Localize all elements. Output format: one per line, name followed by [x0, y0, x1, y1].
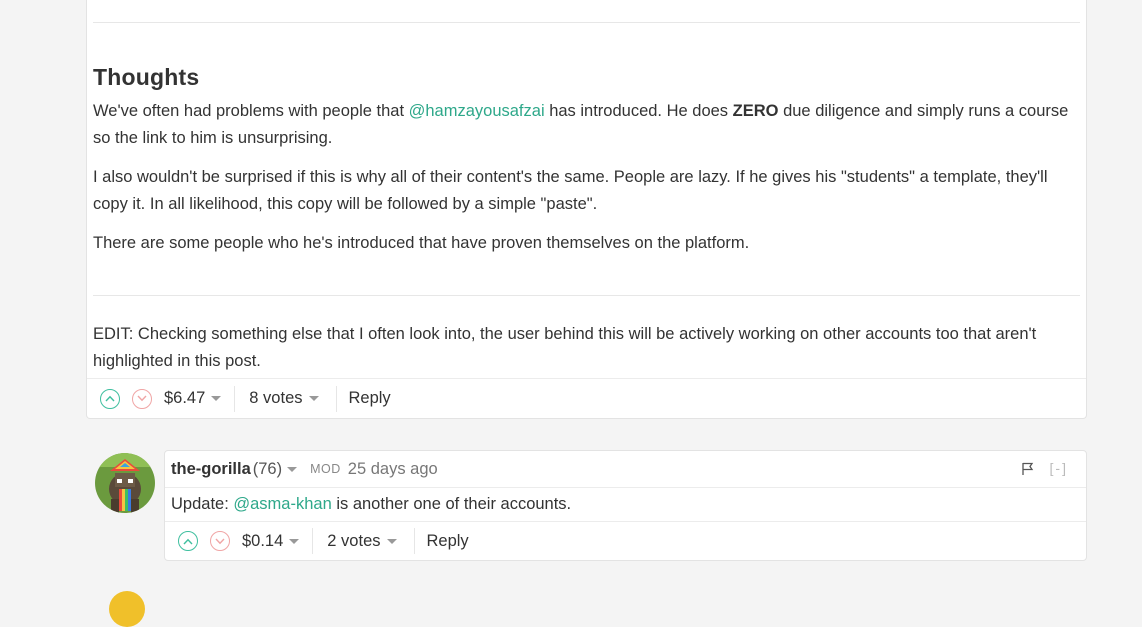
payout-value: $0.14 — [242, 531, 284, 550]
paragraph-2: I also wouldn't be surprised if this is … — [93, 168, 1048, 213]
votes-dropdown[interactable]: 8 votes — [249, 389, 319, 408]
comment-header: the-gorilla (76) MOD 25 days ago [-] — [165, 451, 1086, 488]
mention-link[interactable]: @hamzayousafzai — [409, 102, 545, 120]
votes-dropdown[interactable]: 2 votes — [327, 531, 397, 551]
post-footer: $6.47 8 votes Reply — [87, 378, 1086, 418]
payout-dropdown[interactable]: $6.47 — [164, 389, 222, 408]
post-card: Thoughts We've often had problems with p… — [86, 0, 1087, 419]
flag-button[interactable] — [1021, 462, 1034, 481]
reply-button[interactable]: Reply — [349, 389, 391, 408]
paragraph-3: There are some people who he's introduce… — [93, 234, 750, 252]
paragraph-text: We've often had problems with people tha… — [93, 102, 409, 120]
comment-body: Update: @asma-khan is another one of the… — [171, 492, 571, 516]
comment-author[interactable]: the-gorilla — [171, 460, 251, 479]
collapse-button[interactable]: [-] — [1050, 460, 1068, 476]
post-body: Thoughts We've often had problems with p… — [93, 64, 1083, 257]
payout-value: $6.47 — [164, 389, 206, 407]
avatar[interactable] — [95, 453, 155, 513]
gorilla-avatar-icon — [95, 453, 155, 513]
chevron-up-icon — [105, 395, 115, 402]
caret-down-icon — [308, 396, 319, 402]
edit-note: EDIT: Checking something else that I oft… — [93, 325, 1037, 370]
reply-button[interactable]: Reply — [427, 532, 469, 551]
divider — [93, 295, 1080, 296]
comment-footer: $0.14 2 votes Reply — [165, 521, 1086, 560]
downvote-button[interactable] — [210, 531, 230, 551]
upvote-button[interactable] — [178, 531, 198, 551]
comment-timestamp[interactable]: 25 days ago — [348, 460, 438, 479]
section-heading: Thoughts — [93, 64, 200, 90]
downvote-button[interactable] — [132, 388, 152, 409]
divider — [413, 528, 415, 554]
payout-dropdown[interactable]: $0.14 — [242, 531, 300, 551]
chevron-up-icon — [183, 538, 193, 544]
divider — [335, 385, 337, 412]
votes-count: 8 votes — [249, 389, 303, 407]
comment-text: is another one of their accounts. — [331, 495, 572, 513]
paragraph-1: We've often had problems with people tha… — [93, 98, 1083, 152]
comment-card: the-gorilla (76) MOD 25 days ago [-] Upd… — [164, 450, 1087, 561]
divider — [312, 528, 314, 554]
votes-count: 2 votes — [327, 531, 381, 550]
chevron-down-icon — [215, 538, 225, 544]
divider — [93, 22, 1080, 23]
paragraph-text: has introduced. He does — [544, 102, 733, 120]
caret-down-icon — [211, 396, 222, 402]
author-reputation: (76) — [252, 459, 283, 478]
flag-icon — [1022, 462, 1034, 475]
mention-link[interactable]: @asma-khan — [233, 495, 331, 513]
upvote-button[interactable] — [100, 388, 120, 409]
caret-down-icon — [289, 538, 300, 544]
mod-badge: MOD — [310, 462, 341, 476]
emphasis-text: ZERO — [732, 102, 779, 120]
caret-down-icon[interactable] — [287, 466, 298, 472]
divider — [234, 385, 236, 412]
caret-down-icon — [386, 538, 397, 544]
chevron-down-icon — [137, 395, 147, 402]
avatar[interactable] — [109, 591, 145, 627]
comment-text: Update: — [171, 495, 234, 513]
